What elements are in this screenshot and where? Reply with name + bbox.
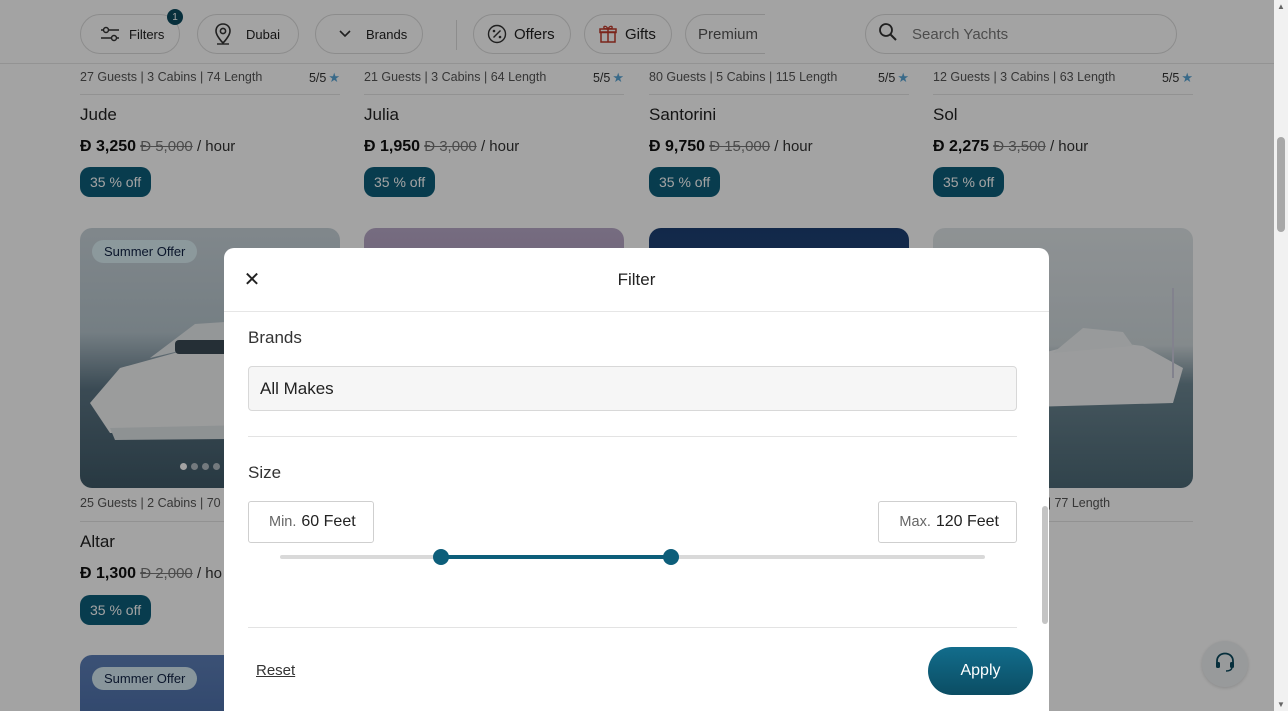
max-size-field[interactable]: Max. 120 Feet: [878, 501, 1017, 543]
min-size-field[interactable]: Min. 60 Feet: [248, 501, 374, 543]
max-size-label: Max.: [899, 514, 931, 530]
max-size-handle[interactable]: [663, 549, 680, 565]
size-range-slider[interactable]: [280, 549, 985, 565]
reset-button[interactable]: Reset: [256, 662, 295, 679]
brands-select[interactable]: All Makes: [248, 366, 1017, 411]
scroll-up-icon[interactable]: ▲: [1277, 2, 1285, 11]
brands-select-value: All Makes: [260, 378, 334, 398]
min-size-label: Min.: [269, 514, 297, 530]
size-range-fill: [440, 555, 672, 559]
divider: [248, 627, 1017, 628]
scroll-down-icon[interactable]: ▼: [1277, 700, 1285, 709]
size-section-label: Size: [248, 463, 282, 482]
brands-section-label: Brands: [248, 328, 302, 347]
scrollbar-thumb[interactable]: [1277, 137, 1285, 232]
apply-button[interactable]: Apply: [928, 647, 1033, 695]
divider: [248, 436, 1017, 437]
modal-header: ✕ Filter: [224, 248, 1049, 312]
min-size-handle[interactable]: [432, 549, 449, 565]
page-scrollbar[interactable]: ▲ ▼: [1274, 0, 1288, 711]
filter-modal: ✕ Filter Brands All Makes Size Min. 60 F…: [224, 248, 1049, 711]
modal-scrollbar[interactable]: [1042, 506, 1048, 624]
min-size-value: 60 Feet: [301, 513, 356, 530]
modal-title: Filter: [617, 270, 656, 289]
max-size-value: 120 Feet: [935, 513, 999, 530]
